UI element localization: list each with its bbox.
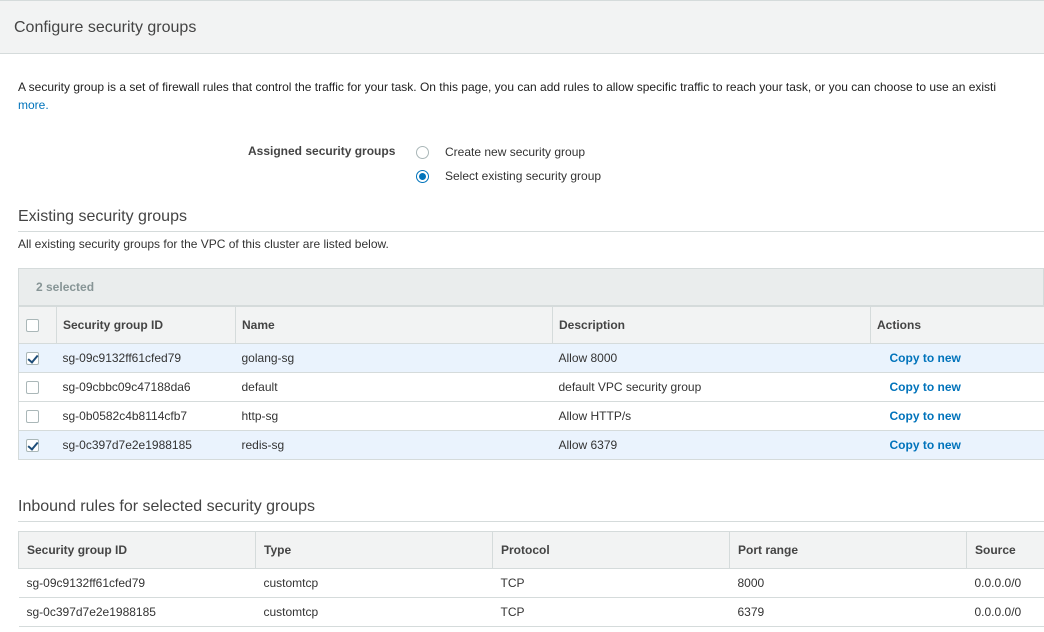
existing-security-groups-title: Existing security groups xyxy=(18,208,187,225)
security-group-id: sg-0b0582c4b8114cfb7 xyxy=(56,401,236,431)
security-group-description: Allow HTTP/s xyxy=(552,401,871,431)
row-checkbox[interactable] xyxy=(26,352,39,366)
table-row[interactable]: sg-09c9132ff61cfed79 golang-sg Allow 800… xyxy=(18,343,1044,373)
select-all-cell[interactable] xyxy=(18,306,57,344)
security-groups-table: Security group ID Name Description Actio… xyxy=(18,306,1044,460)
security-group-id: sg-09c9132ff61cfed79 xyxy=(56,343,236,373)
actions-cell: Copy to new xyxy=(870,430,1044,460)
radio-select-existing-label[interactable]: Select existing security group xyxy=(445,169,601,183)
column-header-source: Source xyxy=(966,531,1044,569)
page-header: Configure security groups xyxy=(0,0,1044,54)
section-divider xyxy=(18,231,1044,232)
rule-source: 0.0.0.0/0 xyxy=(966,597,1044,627)
rule-source: 0.0.0.0/0 xyxy=(966,568,1044,598)
security-group-name: golang-sg xyxy=(235,343,553,373)
column-header-description[interactable]: Description xyxy=(552,306,871,344)
rule-protocol: TCP xyxy=(492,597,730,627)
rule-protocol: TCP xyxy=(492,568,730,598)
row-checkbox[interactable] xyxy=(26,410,39,424)
rule-port-range: 8000 xyxy=(729,568,967,598)
row-checkbox-cell[interactable] xyxy=(18,343,57,373)
column-header-id: Security group ID xyxy=(18,531,256,569)
rule-port-range: 6379 xyxy=(729,597,967,627)
existing-security-groups-subtitle: All existing security groups for the VPC… xyxy=(18,237,389,251)
table-row: sg-09c9132ff61cfed79 customtcp TCP 8000 … xyxy=(18,568,1044,598)
table-row: sg-0c397d7e2e1988185 customtcp TCP 6379 … xyxy=(18,597,1044,627)
security-group-name: default xyxy=(235,372,553,402)
radio-create-new[interactable]: Create new security group xyxy=(416,144,585,160)
column-header-protocol: Protocol xyxy=(492,531,730,569)
row-checkbox-cell[interactable] xyxy=(18,430,57,460)
column-header-port-range: Port range xyxy=(729,531,967,569)
select-all-checkbox[interactable] xyxy=(26,319,39,333)
intro-text: A security group is a set of firewall ru… xyxy=(18,80,997,94)
row-checkbox[interactable] xyxy=(26,439,39,453)
rule-type: customtcp xyxy=(255,597,493,627)
column-header-type: Type xyxy=(255,531,493,569)
radio-select-existing-button[interactable] xyxy=(416,169,429,183)
security-group-description: Allow 8000 xyxy=(552,343,871,373)
security-group-id: sg-0c397d7e2e1988185 xyxy=(56,430,236,460)
table-row[interactable]: sg-09cbbc09c47188da6 default default VPC… xyxy=(18,372,1044,402)
rule-security-group-id: sg-09c9132ff61cfed79 xyxy=(18,568,256,598)
radio-create-new-button[interactable] xyxy=(416,145,429,159)
rule-security-group-id: sg-0c397d7e2e1988185 xyxy=(18,597,256,627)
actions-cell: Copy to new xyxy=(870,401,1044,431)
security-group-description: default VPC security group xyxy=(552,372,871,402)
row-checkbox-cell[interactable] xyxy=(18,372,57,402)
column-header-name[interactable]: Name xyxy=(235,306,553,344)
security-group-id: sg-09cbbc09c47188da6 xyxy=(56,372,236,402)
table-header-row: Security group ID Name Description Actio… xyxy=(18,306,1044,344)
learn-more-link[interactable]: more. xyxy=(18,96,1044,114)
selected-count: 2 selected xyxy=(36,280,95,294)
assigned-security-groups-label: Assigned security groups xyxy=(248,144,396,158)
inbound-rules-title: Inbound rules for selected security grou… xyxy=(18,498,316,515)
copy-to-new-link[interactable]: Copy to new xyxy=(877,409,961,423)
security-group-name: http-sg xyxy=(235,401,553,431)
actions-cell: Copy to new xyxy=(870,372,1044,402)
actions-cell: Copy to new xyxy=(870,343,1044,373)
copy-to-new-link[interactable]: Copy to new xyxy=(877,438,961,452)
selection-count-bar: 2 selected xyxy=(18,268,1044,306)
security-group-name: redis-sg xyxy=(235,430,553,460)
table-header-row: Security group ID Type Protocol Port ran… xyxy=(18,531,1044,569)
radio-create-new-label[interactable]: Create new security group xyxy=(445,145,585,159)
copy-to-new-link[interactable]: Copy to new xyxy=(877,380,961,394)
table-row[interactable]: sg-0c397d7e2e1988185 redis-sg Allow 6379… xyxy=(18,430,1044,460)
column-header-actions: Actions xyxy=(870,306,1044,344)
inbound-rules-table: Security group ID Type Protocol Port ran… xyxy=(18,531,1044,627)
row-checkbox[interactable] xyxy=(26,381,39,395)
radio-select-existing[interactable]: Select existing security group xyxy=(416,168,601,184)
intro-text-block: A security group is a set of firewall ru… xyxy=(18,78,1044,114)
rule-type: customtcp xyxy=(255,568,493,598)
row-checkbox-cell[interactable] xyxy=(18,401,57,431)
section-divider xyxy=(18,521,1044,522)
copy-to-new-link[interactable]: Copy to new xyxy=(877,351,961,365)
column-header-id[interactable]: Security group ID xyxy=(56,306,236,344)
page-title: Configure security groups xyxy=(14,19,197,36)
table-row[interactable]: sg-0b0582c4b8114cfb7 http-sg Allow HTTP/… xyxy=(18,401,1044,431)
security-group-description: Allow 6379 xyxy=(552,430,871,460)
